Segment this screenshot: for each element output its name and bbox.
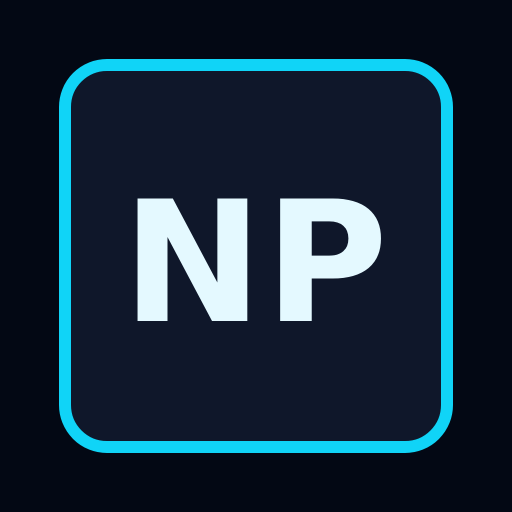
logo-canvas: NP <box>0 0 512 512</box>
logo-monogram-text: NP <box>122 165 390 361</box>
